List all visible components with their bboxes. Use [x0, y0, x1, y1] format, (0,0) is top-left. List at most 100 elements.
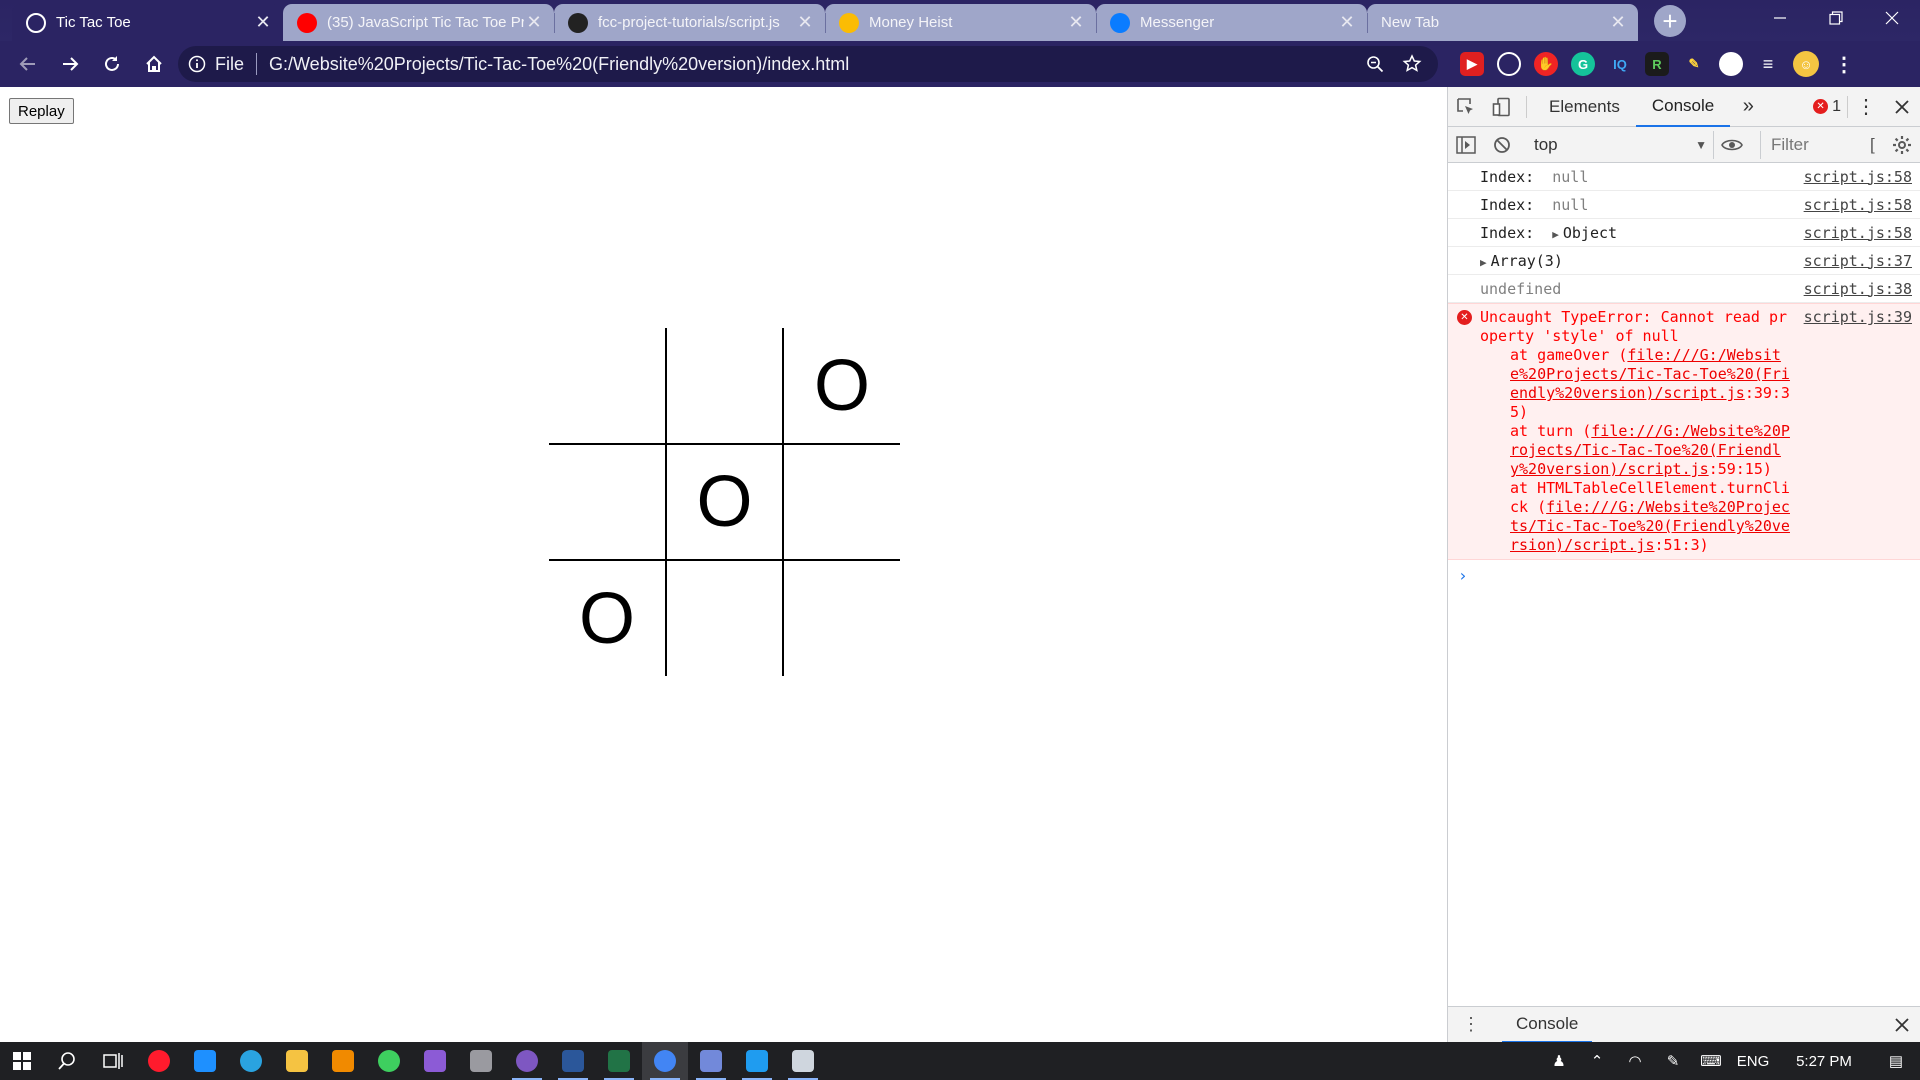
taskbar-app[interactable]: [182, 1042, 228, 1080]
drawer-menu-icon[interactable]: ⋮: [1462, 1014, 1480, 1035]
browser-tab[interactable]: fcc-project-tutorials/script.js ✕: [554, 4, 825, 41]
extension-r-icon[interactable]: R: [1645, 52, 1669, 76]
board-cell[interactable]: [665, 328, 784, 445]
back-button[interactable]: [8, 44, 48, 84]
console-settings-button[interactable]: [1884, 125, 1920, 165]
console-prompt[interactable]: ›: [1448, 560, 1920, 585]
browser-menu-icon[interactable]: ⋮: [1832, 52, 1856, 76]
board-cell[interactable]: O: [665, 443, 784, 561]
tab-elements[interactable]: Elements: [1533, 87, 1636, 127]
show-sidebar-button[interactable]: [1448, 125, 1484, 165]
board-cell[interactable]: [782, 443, 900, 561]
replay-button[interactable]: Replay: [9, 98, 74, 124]
notifications-icon[interactable]: ▤: [1872, 1052, 1920, 1070]
close-tab-icon[interactable]: ✕: [795, 12, 815, 33]
info-icon[interactable]: [188, 55, 206, 73]
console-source-link[interactable]: script.js:58: [1804, 168, 1912, 186]
devtools-menu-button[interactable]: ⋮: [1848, 87, 1884, 127]
task-view-button[interactable]: [90, 1042, 136, 1080]
reload-button[interactable]: [92, 44, 132, 84]
minimize-button[interactable]: [1752, 0, 1808, 36]
taskbar-app[interactable]: [136, 1042, 182, 1080]
media-controls-icon[interactable]: ≡: [1756, 52, 1780, 76]
pen-icon[interactable]: ✎: [1654, 1052, 1692, 1070]
console-source-link[interactable]: script.js:38: [1804, 280, 1912, 298]
board-cell[interactable]: O: [782, 328, 900, 445]
error-counter[interactable]: ✕ 1: [1813, 98, 1841, 116]
start-button[interactable]: [0, 1042, 44, 1080]
clear-console-button[interactable]: [1484, 125, 1520, 165]
taskbar-app[interactable]: [274, 1042, 320, 1080]
context-selector[interactable]: top ▼: [1528, 130, 1714, 159]
restore-button[interactable]: [1808, 0, 1864, 36]
extension-red-icon[interactable]: ▶: [1460, 52, 1484, 76]
more-tabs-button[interactable]: »: [1730, 87, 1766, 127]
browser-tab[interactable]: Messenger ✕: [1096, 4, 1367, 41]
taskbar-app[interactable]: [504, 1042, 550, 1080]
console-source-link[interactable]: script.js:58: [1804, 224, 1912, 242]
taskbar-app[interactable]: [550, 1042, 596, 1080]
taskbar-app[interactable]: [228, 1042, 274, 1080]
message-value[interactable]: Array(3): [1491, 252, 1563, 270]
wifi-icon[interactable]: ◠: [1616, 1052, 1654, 1070]
close-drawer-button[interactable]: [1895, 1017, 1909, 1032]
address-bar[interactable]: File G:/Website%20Projects/Tic-Tac-Toe%2…: [178, 46, 1438, 82]
taskbar-app[interactable]: [412, 1042, 458, 1080]
extension-adblock-icon[interactable]: ✋: [1534, 52, 1558, 76]
search-button[interactable]: [44, 1042, 90, 1080]
taskbar-app[interactable]: [458, 1042, 504, 1080]
close-tab-icon[interactable]: ✕: [1337, 12, 1357, 33]
tab-console[interactable]: Console: [1635, 87, 1731, 127]
message-value[interactable]: Object: [1563, 224, 1617, 242]
keyboard-icon[interactable]: ⌨: [1692, 1052, 1730, 1070]
device-toolbar-button[interactable]: [1484, 87, 1520, 127]
browser-tab[interactable]: Money Heist ✕: [825, 4, 1096, 41]
browser-tab[interactable]: New Tab ✕: [1367, 4, 1638, 41]
extension-highlighter-icon[interactable]: ✎: [1682, 52, 1706, 76]
filter-input[interactable]: Filter: [1760, 130, 1809, 159]
board-cell[interactable]: O: [549, 559, 667, 676]
drawer-tab-console[interactable]: Console: [1502, 1007, 1593, 1043]
extension-white-circle-icon[interactable]: [1719, 52, 1743, 76]
browser-tab[interactable]: Tic Tac Toe ✕: [12, 4, 283, 41]
people-icon[interactable]: ♟: [1540, 1052, 1578, 1070]
board-cell[interactable]: [782, 559, 900, 676]
console-source-link[interactable]: script.js:39: [1804, 308, 1912, 326]
close-tab-icon[interactable]: ✕: [524, 12, 544, 33]
console-source-link[interactable]: script.js:37: [1804, 252, 1912, 270]
grammarly-icon[interactable]: G: [1571, 52, 1595, 76]
bookmark-star-icon[interactable]: [1402, 54, 1422, 74]
expand-triangle-icon[interactable]: ▶: [1480, 256, 1487, 269]
close-tab-icon[interactable]: ✕: [1066, 12, 1086, 33]
taskbar-app[interactable]: [366, 1042, 412, 1080]
board-cell[interactable]: [665, 559, 784, 676]
close-tab-icon[interactable]: ✕: [253, 12, 273, 33]
url-text[interactable]: G:/Website%20Projects/Tic-Tac-Toe%20(Fri…: [269, 54, 849, 75]
taskbar-app[interactable]: [780, 1042, 826, 1080]
board-cell[interactable]: [549, 443, 667, 561]
language-indicator[interactable]: ENG: [1730, 1053, 1776, 1070]
inspect-element-button[interactable]: [1448, 87, 1484, 127]
live-expression-button[interactable]: [1714, 125, 1750, 165]
extension-iq-icon[interactable]: IQ: [1608, 52, 1632, 76]
taskbar-app[interactable]: [596, 1042, 642, 1080]
expand-triangle-icon[interactable]: ▶: [1552, 228, 1559, 241]
forward-button[interactable]: [50, 44, 90, 84]
profile-avatar-icon[interactable]: ☺: [1793, 51, 1819, 77]
browser-tab[interactable]: (35) JavaScript Tic Tac Toe Project Tuto…: [283, 4, 554, 41]
taskbar-app[interactable]: [688, 1042, 734, 1080]
chevron-up-icon[interactable]: ⌃: [1578, 1052, 1616, 1070]
console-source-link[interactable]: script.js:58: [1804, 196, 1912, 214]
zoom-icon[interactable]: [1366, 55, 1384, 73]
close-tab-icon[interactable]: ✕: [1608, 12, 1628, 33]
extension-gauge-icon[interactable]: [1497, 52, 1521, 76]
new-tab-button[interactable]: +: [1654, 5, 1686, 37]
close-devtools-button[interactable]: [1884, 87, 1920, 127]
clock[interactable]: 5:27 PM: [1776, 1053, 1872, 1070]
taskbar-app[interactable]: [320, 1042, 366, 1080]
levels-dropdown[interactable]: [: [1870, 135, 1884, 155]
close-window-button[interactable]: [1864, 0, 1920, 36]
board-cell[interactable]: [549, 328, 667, 445]
home-button[interactable]: [134, 44, 174, 84]
taskbar-app[interactable]: [734, 1042, 780, 1080]
